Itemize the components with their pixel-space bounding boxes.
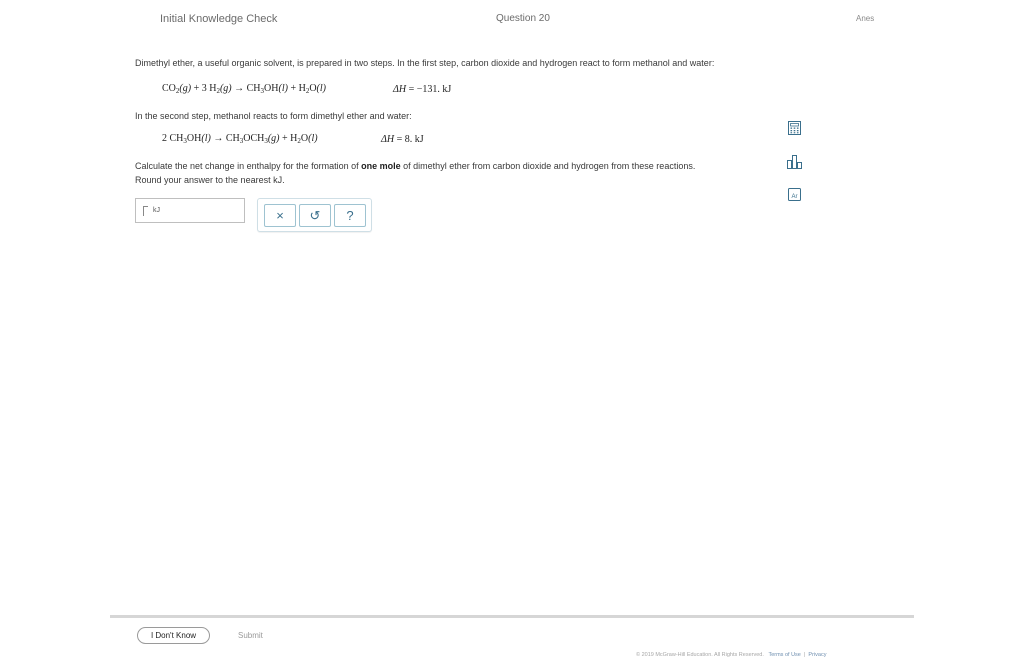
rounding-instruction: Round your answer to the nearest kJ.	[135, 175, 285, 185]
module-title: Initial Knowledge Check	[160, 13, 278, 25]
submit-button[interactable]: Submit	[238, 631, 263, 640]
bar-chart-icon[interactable]	[787, 154, 803, 170]
dont-know-button[interactable]: I Don't Know	[137, 627, 210, 644]
unit-label: kJ	[153, 207, 160, 214]
emphasis-one-mole: one mole	[361, 161, 401, 171]
answer-input[interactable]: kJ	[135, 198, 245, 223]
problem-intro: Dimethyl ether, a useful organic solvent…	[135, 58, 715, 68]
footer-legal: © 2019 McGraw-Hill Education. All Rights…	[636, 652, 826, 658]
calculator-icon[interactable]	[786, 120, 802, 136]
clear-button[interactable]: ×	[264, 204, 296, 227]
answer-tools: × ↺ ?	[257, 198, 372, 232]
question-text: Calculate the net change in enthalpy for…	[135, 161, 696, 171]
copyright: © 2019 McGraw-Hill Education. All Rights…	[636, 652, 764, 658]
equation-step-1: CO2(g) + 3 H2(g) → CH3OH(l) + H2O(l)	[162, 83, 326, 95]
undo-button[interactable]: ↺	[299, 204, 331, 227]
help-button[interactable]: ?	[334, 204, 366, 227]
equation-step-2: 2 CH3OH(l) → CH3OCH3(g) + H2O(l)	[162, 133, 318, 145]
user-name[interactable]: Anes	[856, 14, 874, 23]
privacy-link[interactable]: Privacy	[808, 652, 826, 658]
second-step-text: In the second step, methanol reacts to f…	[135, 111, 412, 121]
terms-link[interactable]: Terms of Use	[768, 652, 800, 658]
enthalpy-step-1: ΔH = −131. kJ	[393, 84, 452, 95]
enthalpy-step-2: ΔH = 8. kJ	[381, 134, 424, 145]
periodic-table-icon[interactable]: Ar	[786, 186, 802, 202]
svg-text:Ar: Ar	[791, 194, 797, 200]
header-bar: Initial Knowledge Check Question 20 Anes	[0, 13, 1024, 27]
input-caret	[143, 206, 148, 216]
footer-divider	[110, 615, 914, 618]
footer-separator: |	[803, 652, 806, 658]
question-number: Question 20	[496, 13, 550, 24]
